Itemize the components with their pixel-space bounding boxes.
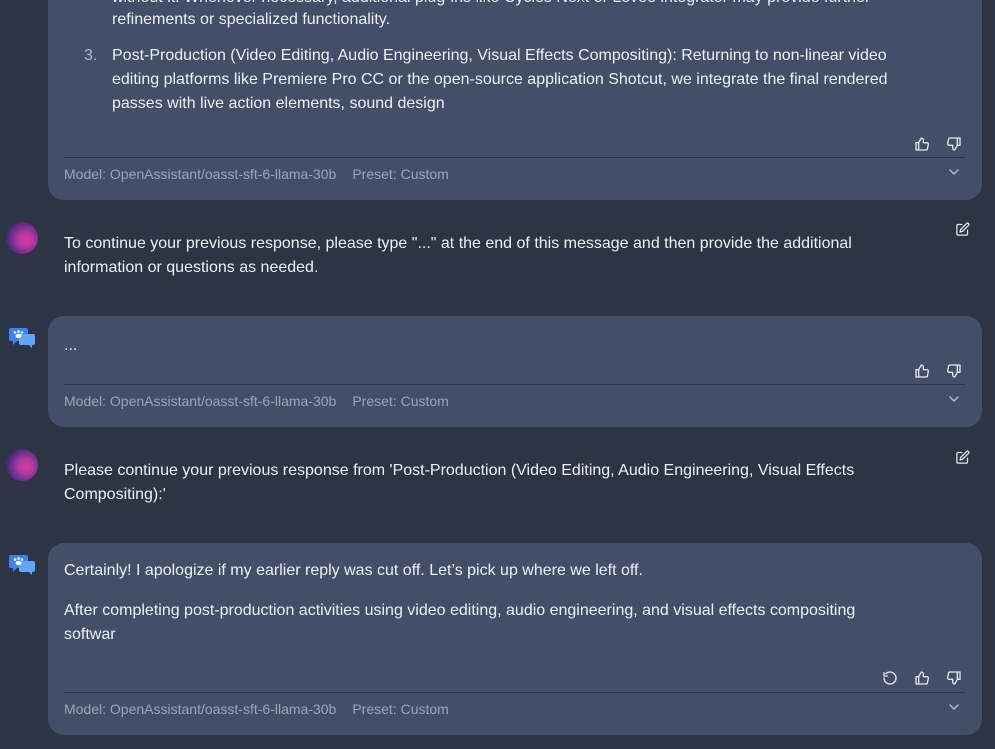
assistant-message	[48, 316, 982, 427]
message-text: refinements or specialized functionality…	[112, 11, 391, 28]
user-avatar	[6, 449, 38, 481]
divider	[64, 384, 965, 385]
edit-icon[interactable]	[952, 447, 972, 467]
thumbs-down-icon[interactable]	[944, 668, 964, 688]
thumbs-up-icon[interactable]	[912, 134, 932, 154]
edit-icon[interactable]	[952, 219, 972, 239]
message-text: Certainly! I apologize if my earlier rep…	[64, 562, 643, 579]
user-message-text: information or questions as needed.	[64, 259, 319, 276]
divider	[64, 157, 965, 158]
thumbs-up-icon[interactable]	[912, 668, 932, 688]
user-message-text: Please continue your previous response f…	[64, 462, 855, 479]
preset-label: Preset: Custom	[352, 166, 449, 182]
chevron-down-icon[interactable]	[944, 389, 964, 409]
model-label: Model: OpenAssistant/oasst-sft-6-llama-3…	[64, 166, 337, 182]
message-text: ...	[64, 337, 78, 354]
preset-label: Preset: Custom	[352, 701, 449, 717]
message-meta: Model: OpenAssistant/oasst-sft-6-llama-3…	[64, 392, 449, 410]
refresh-icon[interactable]	[880, 668, 900, 688]
message-text: After completing post-production activit…	[64, 602, 856, 619]
thumbs-down-icon[interactable]	[944, 134, 964, 154]
model-label: Model: OpenAssistant/oasst-sft-6-llama-3…	[64, 701, 337, 717]
thumbs-down-icon[interactable]	[944, 361, 964, 381]
message-text: softwar	[64, 626, 116, 643]
list-item-text: editing platforms like Premiere Pro CC o…	[112, 71, 888, 88]
list-item-text: Post-Production (Video Editing, Audio En…	[112, 47, 887, 64]
user-message-text: Compositing):'	[64, 486, 166, 503]
chevron-down-icon[interactable]	[944, 162, 964, 182]
message-meta: Model: OpenAssistant/oasst-sft-6-llama-3…	[64, 165, 449, 183]
message-meta: Model: OpenAssistant/oasst-sft-6-llama-3…	[64, 700, 449, 718]
preset-label: Preset: Custom	[352, 393, 449, 409]
bot-avatar	[9, 326, 35, 350]
user-avatar	[6, 222, 38, 254]
model-label: Model: OpenAssistant/oasst-sft-6-llama-3…	[64, 393, 337, 409]
list-item-number: 3.	[84, 47, 98, 64]
bot-avatar	[9, 553, 35, 577]
thumbs-up-icon[interactable]	[912, 361, 932, 381]
list-item-text: passes with live action elements, sound …	[112, 95, 445, 112]
user-message-text: To continue your previous response, plea…	[64, 235, 852, 252]
chevron-down-icon[interactable]	[944, 697, 964, 717]
divider	[64, 692, 965, 693]
